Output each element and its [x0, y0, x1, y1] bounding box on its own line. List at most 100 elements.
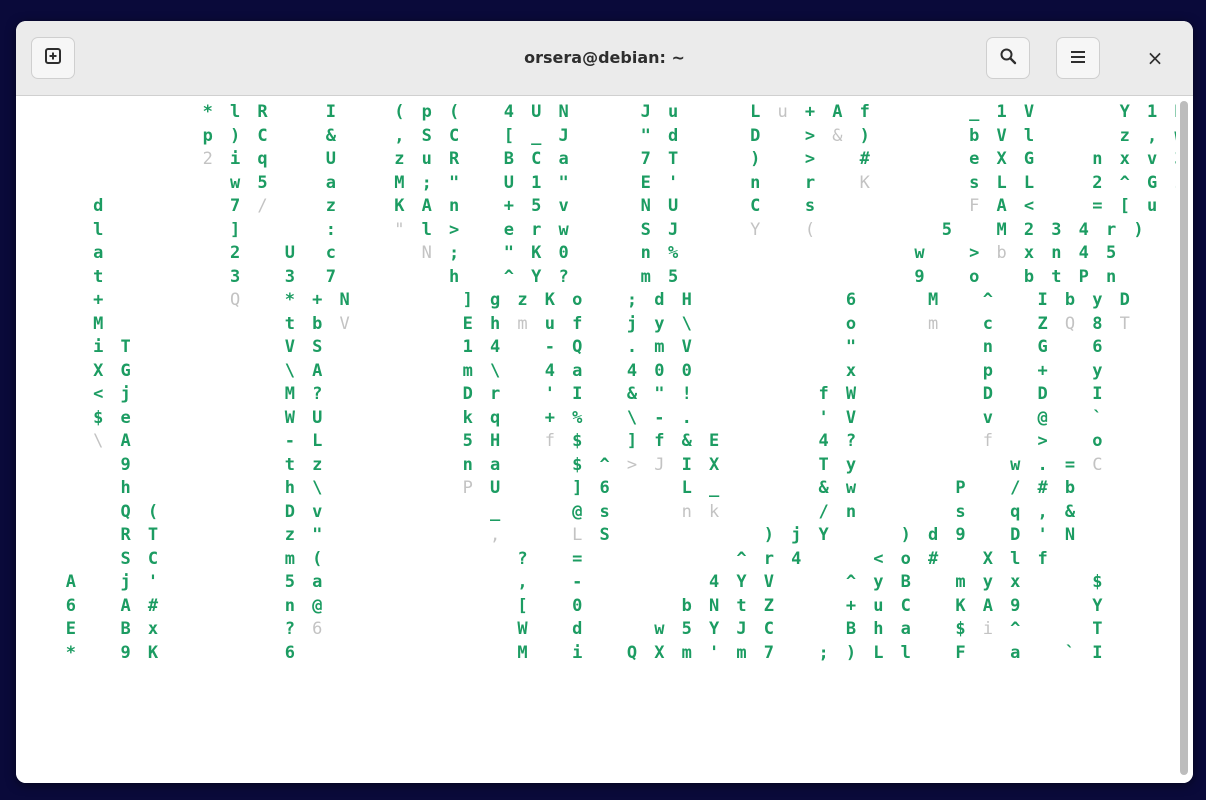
terminal-glyph [379, 242, 393, 266]
terminal-glyph [365, 642, 379, 666]
terminal-glyph [105, 219, 119, 243]
terminal-glyph [762, 242, 776, 266]
terminal-glyph [269, 383, 283, 407]
terminal-glyph [91, 548, 105, 572]
terminal-glyph [694, 383, 708, 407]
terminal-glyph [694, 548, 708, 572]
terminal-glyph [174, 548, 188, 572]
terminal-glyph [1091, 101, 1105, 125]
terminal-glyph [694, 571, 708, 595]
terminal-glyph [215, 313, 229, 337]
terminal-glyph: 7 [640, 149, 651, 169]
terminal-glyph [789, 501, 803, 525]
terminal-glyph [694, 595, 708, 619]
close-button[interactable]: × [1134, 37, 1176, 79]
terminal-glyph: , [394, 125, 405, 146]
terminal-glyph [187, 242, 201, 266]
terminal-glyph [694, 195, 708, 219]
terminal-line: w 5 a M ; " U 1 " E ' n r K s L L 2 ^ G … [64, 172, 1176, 196]
terminal-glyph: u [873, 595, 884, 616]
terminal-glyph [940, 571, 954, 595]
scrollbar[interactable] [1180, 101, 1188, 775]
terminal-glyph [434, 454, 448, 478]
terminal-glyph [954, 195, 968, 219]
terminal-glyph [461, 219, 475, 243]
terminal-glyph: a [900, 619, 911, 639]
terminal-glyph [776, 336, 790, 360]
terminal-glyph [447, 289, 461, 313]
terminal-glyph [420, 266, 434, 290]
terminal-glyph [639, 430, 653, 454]
terminal-view[interactable]: * l R I ( p ( 4 U N J u L u + A f _ 1 V … [16, 96, 1193, 783]
terminal-glyph: L [572, 525, 583, 545]
terminal-glyph: [ [503, 125, 514, 146]
terminal-glyph [735, 430, 749, 454]
terminal-glyph: 4 [544, 360, 556, 381]
terminal-glyph [269, 618, 283, 642]
terminal-glyph [324, 501, 338, 525]
terminal-glyph [817, 219, 831, 243]
terminal-glyph [242, 125, 256, 149]
terminal-glyph [612, 242, 626, 266]
terminal-glyph [967, 548, 981, 572]
new-tab-button[interactable] [31, 37, 75, 79]
terminal-glyph [283, 195, 297, 219]
terminal-glyph: j [626, 313, 638, 334]
terminal-glyph [242, 618, 256, 642]
terminal-glyph [160, 360, 174, 384]
terminal-glyph [899, 313, 913, 337]
terminal-glyph [64, 336, 78, 360]
terminal-glyph [502, 618, 516, 642]
terminal-glyph [803, 360, 817, 384]
terminal-glyph [844, 148, 858, 172]
terminal-glyph [858, 289, 872, 313]
terminal-glyph [913, 642, 927, 666]
terminal-glyph [461, 618, 475, 642]
terminal-glyph [351, 524, 365, 548]
terminal-glyph [666, 336, 680, 360]
terminal-glyph [1077, 642, 1091, 666]
terminal-line: * l R I ( p ( 4 U N J u L u + A f _ 1 V … [64, 101, 1176, 125]
terminal-glyph [78, 148, 92, 172]
terminal-glyph: ) [229, 125, 241, 146]
terminal-glyph: o [969, 266, 980, 287]
terminal-glyph: M [93, 313, 104, 334]
terminal-glyph: J [736, 619, 747, 639]
terminal-glyph [351, 548, 365, 572]
terminal-glyph [1091, 242, 1105, 266]
terminal-glyph [899, 430, 913, 454]
terminal-glyph: z [394, 149, 405, 169]
terminal-glyph [789, 148, 803, 172]
terminal-glyph [174, 524, 188, 548]
terminal-glyph: Y [1092, 595, 1103, 616]
terminal-line: l ] : " l > e r w S J Y ( 5 M 2 3 4 r ) [64, 219, 1145, 243]
terminal-glyph: 5 [681, 619, 692, 639]
terminal-glyph [242, 501, 256, 525]
terminal-glyph: & [325, 125, 337, 146]
main-menu-button[interactable] [1056, 37, 1100, 79]
terminal-glyph [789, 336, 803, 360]
terminal-glyph [78, 336, 92, 360]
terminal-glyph [721, 101, 735, 125]
terminal-glyph [748, 524, 762, 548]
terminal-glyph [913, 101, 927, 125]
terminal-glyph [269, 430, 283, 454]
terminal-glyph [174, 360, 188, 384]
terminal-glyph [475, 172, 489, 196]
terminal-glyph [351, 477, 365, 501]
terminal-glyph [776, 172, 790, 196]
search-button[interactable] [986, 37, 1030, 79]
terminal-glyph [694, 101, 708, 125]
terminal-glyph [995, 548, 1009, 572]
terminal-glyph: 4 [503, 102, 514, 122]
terminal-glyph [913, 477, 927, 501]
terminal-glyph [926, 454, 940, 478]
terminal-glyph [228, 548, 242, 572]
terminal-glyph [940, 383, 954, 407]
terminal-glyph [721, 172, 735, 196]
terminal-glyph [967, 524, 981, 548]
terminal-glyph [598, 195, 612, 219]
terminal-glyph [215, 618, 229, 642]
terminal-glyph [146, 242, 160, 266]
terminal-glyph [735, 242, 749, 266]
